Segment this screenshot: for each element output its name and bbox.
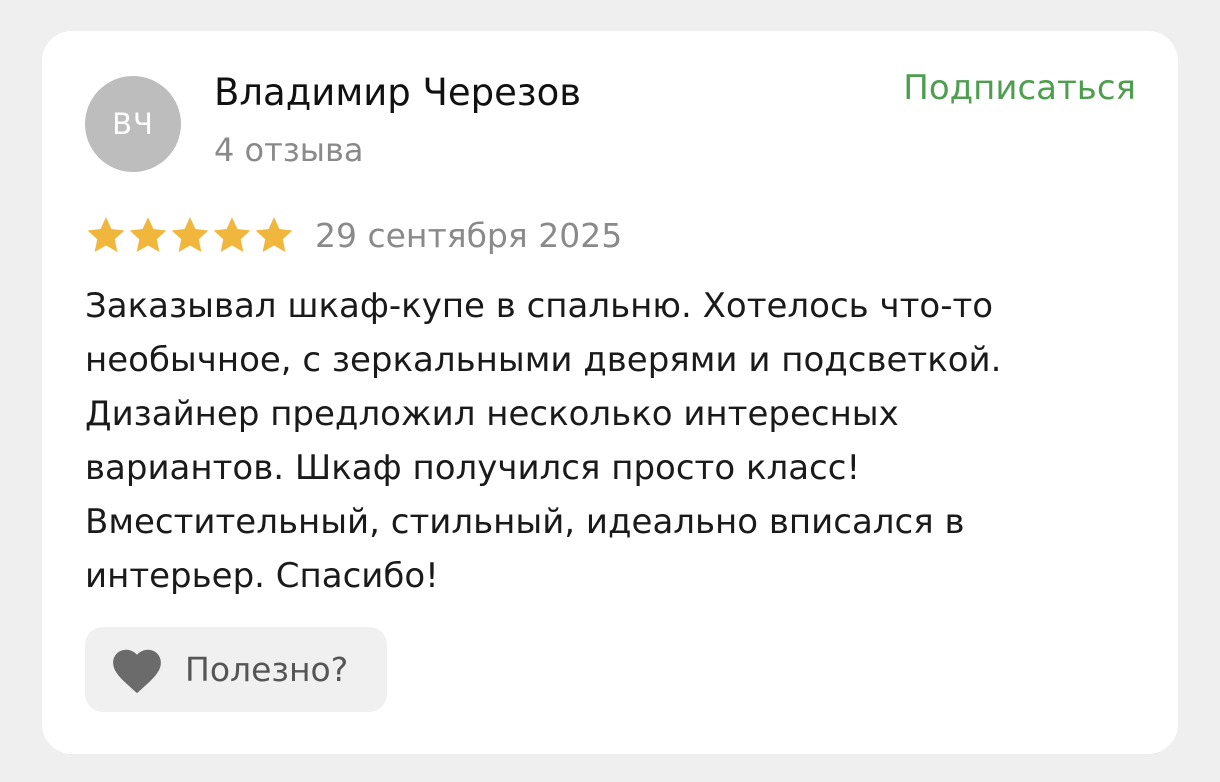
rating-stars <box>85 214 295 256</box>
subscribe-button[interactable]: Подписаться <box>903 68 1136 108</box>
star-icon <box>255 217 293 252</box>
helpful-button[interactable]: Полезно? <box>85 627 387 712</box>
avatar[interactable]: ВЧ <box>85 76 181 172</box>
review-text: Заказывал шкаф-купе в спальню. Хотелось … <box>85 279 1145 603</box>
helpful-label: Полезно? <box>185 650 349 689</box>
avatar-initials: ВЧ <box>112 107 154 141</box>
review-text-line: Дизайнер предложил несколько интересных <box>85 394 899 434</box>
review-text-line: Вместительный, стильный, идеально вписал… <box>85 502 965 542</box>
author-name[interactable]: Владимир Черезов <box>214 71 581 114</box>
review-text-line: вариантов. Шкаф получился просто класс! <box>85 448 861 488</box>
star-icon <box>87 217 125 252</box>
rating-row: 29 сентября 2025 <box>85 214 622 256</box>
star-icon <box>213 217 251 252</box>
review-text-line: Заказывал шкаф-купе в спальню. Хотелось … <box>85 286 994 326</box>
review-text-line: интерьер. Спасибо! <box>85 556 439 596</box>
star-icon <box>171 217 209 252</box>
review-date: 29 сентября 2025 <box>315 215 623 255</box>
author-review-count: 4 отзыва <box>214 131 364 169</box>
star-icon <box>129 217 167 252</box>
heart-icon <box>113 649 161 693</box>
review-text-line: необычное, с зеркальными дверями и подсв… <box>85 340 1002 380</box>
review-card: ВЧ Владимир Черезов 4 отзыва Подписаться… <box>42 31 1178 754</box>
